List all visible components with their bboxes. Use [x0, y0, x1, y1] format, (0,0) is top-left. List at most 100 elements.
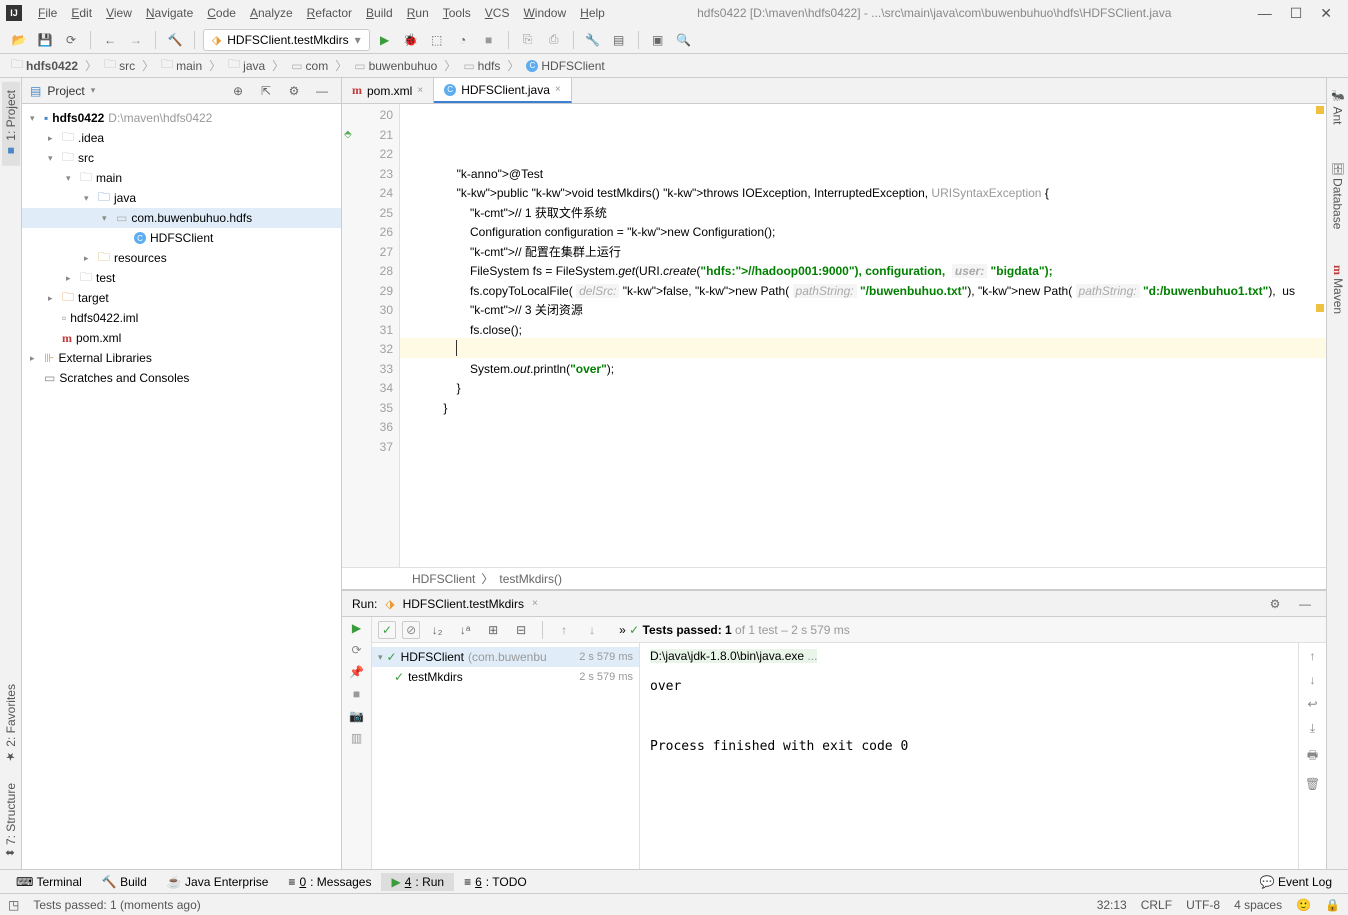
bottom-tab-build[interactable]: 🔨 Build: [92, 873, 157, 891]
bottom-tab-java-enterprise[interactable]: ☕ Java Enterprise: [157, 873, 279, 891]
settings-icon[interactable]: ⚙: [1264, 593, 1286, 615]
breadcrumb-method[interactable]: testMkdirs(): [499, 572, 562, 586]
open-icon[interactable]: 📂: [8, 29, 30, 51]
project-structure-icon[interactable]: ▤: [608, 29, 630, 51]
expand-all-icon[interactable]: ⊞: [482, 619, 504, 641]
menu-file[interactable]: File: [32, 4, 63, 22]
debug-icon[interactable]: 🐞: [400, 29, 422, 51]
collapse-all-icon[interactable]: ⊟: [510, 619, 532, 641]
wrench-icon[interactable]: 🔧: [582, 29, 604, 51]
attach-icon[interactable]: ⎘: [517, 29, 539, 51]
build-icon[interactable]: 🔨: [164, 29, 186, 51]
sort-icon[interactable]: ↓₂: [426, 619, 448, 641]
minimize-button[interactable]: —: [1258, 5, 1272, 22]
line-separator[interactable]: CRLF: [1141, 898, 1172, 912]
bottom-tab-6--todo[interactable]: ≡ 6: TODO: [454, 873, 537, 891]
camera-icon[interactable]: 📷: [349, 709, 364, 723]
tree-item-src[interactable]: ▾🗀 src: [22, 148, 341, 168]
close-tab-icon[interactable]: ×: [555, 84, 561, 95]
settings-icon[interactable]: ⚙: [283, 80, 305, 102]
collapse-icon[interactable]: ⇱: [255, 80, 277, 102]
show-ignored-icon[interactable]: ⊘: [402, 621, 420, 639]
menu-tools[interactable]: Tools: [437, 4, 477, 22]
back-icon[interactable]: ←: [99, 29, 121, 51]
tree-item-hdfs0422-iml[interactable]: ▫ hdfs0422.iml: [22, 308, 341, 328]
menu-refactor[interactable]: Refactor: [301, 4, 358, 22]
tree-item-scratches-and-consoles[interactable]: ▭ Scratches and Consoles: [22, 368, 341, 388]
hide-icon[interactable]: —: [1294, 593, 1316, 615]
chevron-down-icon[interactable]: ▾: [91, 85, 96, 96]
bottom-tab-terminal[interactable]: ⌨ Terminal: [6, 873, 92, 891]
menu-view[interactable]: View: [100, 4, 138, 22]
maven-tool-tab[interactable]: m Maven: [1328, 257, 1347, 322]
menu-analyze[interactable]: Analyze: [244, 4, 299, 22]
menu-window[interactable]: Window: [517, 4, 572, 22]
structure-tool-tab[interactable]: ⬍ 7: Structure: [2, 775, 20, 865]
close-tab-icon[interactable]: ×: [417, 85, 423, 96]
rerun-icon[interactable]: ▶: [352, 621, 361, 635]
code-area[interactable]: 202122232425262728293031323334353637⬘ "k…: [342, 104, 1326, 567]
bottom-tab-4--run[interactable]: ▶ 4: Run: [381, 873, 454, 891]
tree-item-hdfs0422[interactable]: ▾▪ hdfs0422 D:\maven\hdfs0422: [22, 108, 341, 128]
expand-icon[interactable]: ▣: [647, 29, 669, 51]
close-icon[interactable]: ×: [532, 598, 538, 609]
tree-item-test[interactable]: ▸🗀 test: [22, 268, 341, 288]
prev-icon[interactable]: ↑: [553, 619, 575, 641]
test-row-hdfsclient[interactable]: ▾ ✓ HDFSClient (com.buwenbu2 s 579 ms: [372, 647, 639, 667]
menu-build[interactable]: Build: [360, 4, 399, 22]
profile-icon[interactable]: ◔: [452, 29, 474, 51]
menu-code[interactable]: Code: [201, 4, 242, 22]
hide-icon[interactable]: —: [311, 80, 333, 102]
database-tool-tab[interactable]: 🗄 Database: [1329, 153, 1347, 237]
breadcrumb-src[interactable]: 🗀 src: [101, 54, 138, 77]
locate-icon[interactable]: ⊕: [227, 80, 249, 102]
coverage-icon[interactable]: ⬚: [426, 29, 448, 51]
tab-hdfsclient-java[interactable]: C HDFSClient.java ×: [434, 78, 572, 103]
tree-item-resources[interactable]: ▸🗀 resources: [22, 248, 341, 268]
layout-icon[interactable]: ▥: [351, 731, 362, 745]
pin-icon[interactable]: 📌: [349, 665, 364, 679]
tree-item--idea[interactable]: ▸🗀 .idea: [22, 128, 341, 148]
profile-attach-icon[interactable]: ⎙: [543, 29, 565, 51]
toggle-icon[interactable]: ⟳: [351, 643, 361, 657]
sync-icon[interactable]: ⟳: [60, 29, 82, 51]
project-tree[interactable]: ▾▪ hdfs0422 D:\maven\hdfs0422▸🗀 .idea▾🗀 …: [22, 104, 341, 869]
breadcrumb-buwenbuhuo[interactable]: ▭ buwenbuhuo: [351, 58, 440, 74]
menu-vcs[interactable]: VCS: [479, 4, 516, 22]
menu-edit[interactable]: Edit: [65, 4, 98, 22]
up-icon[interactable]: ↑: [1310, 649, 1316, 663]
show-passed-icon[interactable]: ✓: [378, 621, 396, 639]
maximize-button[interactable]: ☐: [1290, 5, 1303, 22]
soft-wrap-icon[interactable]: ↩: [1307, 697, 1317, 711]
menu-run[interactable]: Run: [401, 4, 435, 22]
breadcrumb-java[interactable]: 🗀 java: [225, 54, 268, 77]
console-output[interactable]: D:\java\jdk-1.8.0\bin\java.exe ... over …: [640, 643, 1298, 869]
lock-icon[interactable]: 🔒: [1325, 898, 1340, 912]
down-icon[interactable]: ↓: [1310, 673, 1316, 687]
save-icon[interactable]: 💾: [34, 29, 56, 51]
tree-item-com-buwenbuhuo-hdfs[interactable]: ▾▭ com.buwenbuhuo.hdfs: [22, 208, 341, 228]
print-icon[interactable]: 🖶: [1307, 746, 1318, 767]
test-row-testmkdirs[interactable]: ✓ testMkdirs2 s 579 ms: [372, 667, 639, 687]
tree-item-main[interactable]: ▾🗀 main: [22, 168, 341, 188]
breadcrumb-hdfsclient[interactable]: C HDFSClient: [523, 58, 607, 74]
bottom-tab-0--messages[interactable]: ≡ 0: Messages: [278, 873, 381, 891]
scroll-end-icon[interactable]: ⤓: [1310, 721, 1315, 736]
status-square-icon[interactable]: ◳: [8, 898, 19, 912]
breadcrumb-class[interactable]: HDFSClient: [412, 572, 475, 586]
menu-navigate[interactable]: Navigate: [140, 4, 199, 22]
breadcrumb-main[interactable]: 🗀 main: [158, 54, 205, 77]
close-button[interactable]: ✕: [1320, 5, 1332, 22]
menu-help[interactable]: Help: [574, 4, 611, 22]
search-icon[interactable]: 🔍: [673, 29, 695, 51]
favorites-tool-tab[interactable]: ★ 2: Favorites: [2, 676, 20, 771]
cursor-position[interactable]: 32:13: [1097, 898, 1127, 912]
breadcrumb-hdfs0422[interactable]: 🗀 hdfs0422: [8, 54, 81, 77]
clear-icon[interactable]: 🗑: [1305, 777, 1320, 791]
tree-item-hdfsclient[interactable]: C HDFSClient: [22, 228, 341, 248]
event-log-tab[interactable]: 💬 Event Log: [1250, 873, 1342, 891]
run-config-selector[interactable]: ⬗ HDFSClient.testMkdirs ▾: [203, 29, 370, 51]
inspection-icon[interactable]: 🙂: [1296, 898, 1311, 912]
run-icon[interactable]: ▶: [374, 29, 396, 51]
tree-item-java[interactable]: ▾🗀 java: [22, 188, 341, 208]
